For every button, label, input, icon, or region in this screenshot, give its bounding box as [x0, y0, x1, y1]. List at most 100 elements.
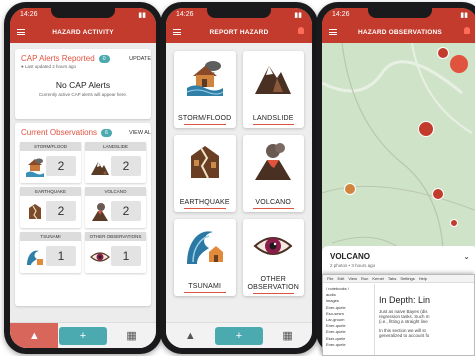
observation-earthquake[interactable]: EARTHQUAKE 2	[20, 187, 81, 228]
hazard-label: LANDSLIDE	[252, 115, 294, 122]
calendar-icon: ▦	[126, 330, 137, 342]
hazard-storm-flood[interactable]: STORM/FLOOD	[174, 51, 236, 128]
tab-activity[interactable]: ▲	[166, 323, 214, 348]
observation-volcano[interactable]: VOLCANO 2	[85, 187, 146, 228]
no-cap-alerts-subtitle: Currently active CAP alerts will appear …	[38, 92, 128, 97]
plus-icon: +	[79, 329, 87, 342]
battery-icon: ▮▮	[294, 11, 302, 19]
landslide-icon	[255, 66, 292, 94]
hazard-label: STORM/FLOOD	[178, 115, 232, 122]
eye-icon	[90, 252, 110, 262]
notebook-heading: In Depth: Lin	[379, 295, 431, 305]
warning-icon: ▲	[28, 329, 40, 342]
bell-icon[interactable]	[298, 27, 304, 34]
update-button[interactable]: UPDATE	[129, 56, 151, 62]
menu-settings[interactable]: Settings	[400, 276, 414, 281]
tab-activity[interactable]: ▲	[10, 323, 59, 348]
menu-tabs[interactable]: Tabs	[388, 276, 396, 281]
selected-observation-title: VOLCANO	[330, 252, 370, 261]
battery-icon: ▮▮	[138, 11, 146, 19]
map-pin-tsunami[interactable]	[450, 219, 458, 227]
plus-icon: +	[235, 329, 243, 342]
last-updated: ● Last updated 2 hours ago	[15, 64, 151, 69]
menu-icon[interactable]	[173, 29, 181, 35]
hazard-label: VOLCANO	[255, 199, 292, 206]
cap-alerts-title: CAP Alerts Reported	[21, 54, 95, 63]
hazard-earthquake[interactable]: EARTHQUAKE	[174, 135, 236, 212]
hazard-label: TSUNAMI	[188, 283, 222, 290]
hazard-landslide[interactable]: LANDSLIDE	[242, 51, 304, 128]
observations-heading: Current Observations 6 VIEW AL	[15, 123, 151, 138]
observations-card: Current Observations 6 VIEW AL STORM/FLO…	[15, 123, 151, 306]
menu-icon[interactable]	[17, 29, 25, 35]
observation-label: TSUNAMI	[20, 232, 81, 241]
menu-edit[interactable]: Edit	[337, 276, 344, 281]
notebook-window: File Edit View Run Kernel Tabs Settings …	[322, 274, 475, 356]
selected-observation-meta: 2 photos • 3 hours ago	[330, 263, 376, 268]
observation-count: 2	[111, 201, 141, 221]
observation-count: 1	[111, 246, 141, 266]
storm-flood-icon	[186, 61, 224, 96]
chevron-down-icon[interactable]: ⌄	[463, 252, 470, 261]
observation-landslide[interactable]: LANDSLIDE 2	[85, 142, 146, 183]
menu-run[interactable]: Run	[361, 276, 368, 281]
observation-label: LANDSLIDE	[85, 142, 146, 151]
observations-title: Current Observations	[21, 128, 98, 137]
hazard-tsunami[interactable]: TSUNAMI	[174, 219, 236, 296]
bell-icon[interactable]	[464, 27, 470, 34]
volcano-icon	[92, 203, 108, 221]
observation-label: OTHER OBSERVATIONS	[85, 232, 146, 241]
tab-report[interactable]: +	[214, 326, 264, 345]
file-item[interactable]: Ener-quele	[326, 342, 371, 348]
observation-label: VOLCANO	[85, 187, 146, 196]
volcano-icon	[255, 143, 292, 180]
hazard-underline	[252, 208, 294, 209]
observation-count: 2	[46, 201, 76, 221]
tab-report[interactable]: +	[58, 326, 108, 345]
map-pin-landslide[interactable]	[437, 47, 449, 59]
status-time: 14:26	[20, 11, 38, 18]
observation-count: 2	[46, 156, 76, 176]
page-title: REPORT HAZARD	[209, 28, 269, 36]
map-pin-storm[interactable]	[432, 188, 444, 200]
menu-kernel[interactable]: Kernel	[372, 276, 384, 281]
page-title: HAZARD ACTIVITY	[52, 28, 114, 36]
status-time: 14:26	[332, 11, 350, 18]
phone-notch	[51, 8, 115, 18]
earthquake-icon	[29, 204, 41, 220]
observation-storm-flood[interactable]: STORM/FLOOD 2	[20, 142, 81, 183]
tab-calendar[interactable]: ▦	[108, 323, 156, 348]
phone-notch	[207, 8, 271, 18]
hazard-grid: STORM/FLOOD LANDSLIDE EARTHQUAKE VOLCANO…	[166, 43, 312, 304]
hazard-underline	[252, 293, 294, 294]
cap-count-badge: 0	[98, 54, 110, 63]
view-all-link[interactable]: VIEW AL	[129, 130, 151, 136]
hazard-label: OTHER OBSERVATION	[247, 276, 300, 291]
menu-icon[interactable]	[329, 29, 337, 35]
layers-button[interactable]	[450, 55, 468, 73]
map-pin-volcano[interactable]	[418, 121, 434, 137]
hazard-underline	[184, 292, 226, 293]
observations-count-badge: 6	[101, 128, 113, 137]
hazard-volcano[interactable]: VOLCANO	[242, 135, 304, 212]
menu-file[interactable]: File	[327, 276, 333, 281]
notebook-menubar: File Edit View Run Kernel Tabs Settings …	[323, 275, 474, 283]
storm-flood-icon	[26, 158, 44, 177]
observation-tsunami[interactable]: TSUNAMI 1	[20, 232, 81, 273]
observation-label: EARTHQUAKE	[20, 187, 81, 196]
menu-help[interactable]: Help	[419, 276, 427, 281]
observation-other[interactable]: OTHER OBSERVATIONS 1	[85, 232, 146, 273]
tab-bar: ▲ + ▦	[10, 322, 156, 348]
app-header: REPORT HAZARD	[166, 21, 312, 43]
cap-alerts-card: CAP Alerts Reported 0 UPDATE ● Last upda…	[15, 49, 151, 119]
app-header: HAZARD ACTIVITY	[10, 21, 156, 43]
battery-icon: ▮▮	[460, 11, 468, 19]
menu-view[interactable]: View	[348, 276, 357, 281]
map-pin-earthquake[interactable]	[344, 183, 356, 195]
hazard-underline	[184, 208, 226, 209]
notebook-paragraph: generalized to account fo	[379, 333, 430, 338]
tab-calendar[interactable]: ▦	[264, 323, 312, 348]
page-title: HAZARD OBSERVATIONS	[358, 28, 442, 36]
observation-count: 1	[46, 246, 76, 266]
hazard-other-observation[interactable]: OTHER OBSERVATION	[242, 219, 304, 296]
